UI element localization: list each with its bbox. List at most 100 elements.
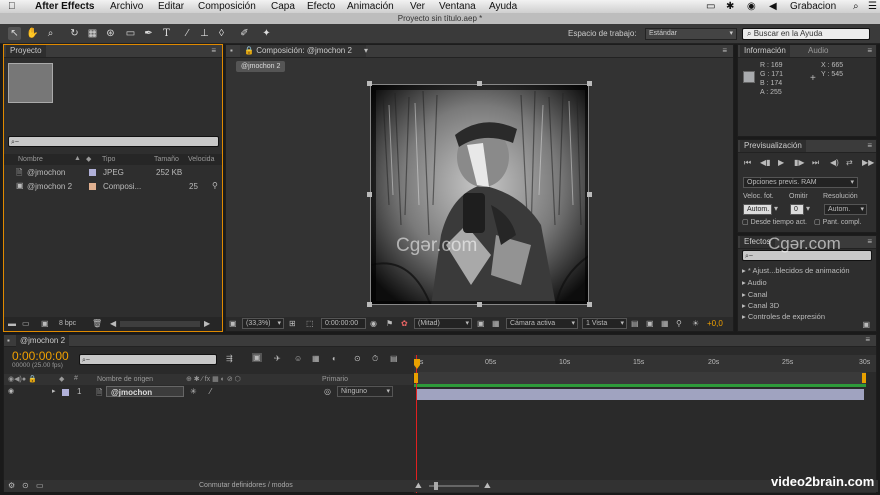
snapshot-icon[interactable]: ◉ [370,319,377,328]
transform-handle[interactable] [367,81,372,86]
exposure-value[interactable]: +0,0 [707,319,723,328]
layer-duration-bar[interactable] [416,389,864,400]
col-size[interactable]: Tamaño [154,156,179,163]
effects-category[interactable]: ▸ Controles de expresión [742,312,825,321]
trash-icon[interactable]: 🗑 [92,319,102,328]
bluetooth-icon[interactable]: ✱ [726,0,734,13]
preview-options-select[interactable]: Opciones previs. RAM ▾ [743,177,858,188]
full-screen-checkbox[interactable]: ▢ Pant. compl. [814,218,861,226]
interpret-footage-icon[interactable]: ▬ [8,319,16,328]
menu-archivo[interactable]: Archivo [110,0,143,13]
hide-shy-layers-icon[interactable]: ☺ [294,354,302,363]
magnification-select[interactable]: (33,3%) ▾ [242,318,284,329]
brainstorm-icon[interactable]: ⊙ [354,354,361,363]
tab-timeline[interactable]: @jmochon 2 [16,335,70,347]
panel-menu-icon[interactable]: ≡ [867,46,872,55]
panel-menu-icon[interactable]: ≡ [867,141,872,150]
next-frame-icon[interactable]: ▮▶ [794,158,805,167]
close-icon[interactable]: ▪ [230,46,233,55]
menu-capa[interactable]: Capa [271,0,295,13]
pan-behind-tool-icon[interactable]: ⊛ [104,27,117,40]
eraser-tool-icon[interactable]: ◊ [215,27,228,40]
list-item[interactable]: 🗎 @jmochon JPEG 252 KB [4,166,222,179]
draft-3d-icon[interactable]: ✈ [274,354,281,363]
horizontal-scrollbar[interactable] [120,321,200,327]
col-parent[interactable]: Primario [322,376,348,383]
selection-tool-icon[interactable]: ↖ [8,27,21,40]
footage-image[interactable] [370,84,589,305]
shy-switch-icon[interactable]: ✳ [190,387,197,396]
from-current-checkbox[interactable]: ▢ Desde tiempo act. [742,218,807,226]
resolution-select[interactable]: (Mitad) ▾ [414,318,472,329]
work-area-bar[interactable] [414,372,866,384]
col-name[interactable]: Nombre [18,156,43,163]
menu-ver[interactable]: Ver [410,0,425,13]
new-composition-icon[interactable]: ▣ [41,319,49,328]
tab-info[interactable]: Información [740,45,790,57]
loop-icon[interactable]: ⇄ [846,158,853,167]
tab-composition[interactable]: 🔒 Composición: @jmochon 2 [240,45,366,57]
always-preview-icon[interactable]: ▣ [229,319,237,328]
mask-visibility-icon[interactable]: ⬚ [306,319,314,328]
graph-editor-icon[interactable]: ▤ [390,354,398,363]
frame-blending-icon[interactable]: ▦ [312,354,320,363]
app-menu[interactable]: After Effects [35,0,94,13]
comp-mini-flowchart-icon[interactable]: ⇶ [226,354,233,363]
menu-ayuda[interactable]: Ayuda [489,0,517,13]
visibility-icon[interactable]: ◉ [8,387,14,395]
help-search-input[interactable]: ⌕ Buscar en la Ayuda [742,28,870,40]
timeline-timecode[interactable]: 0:00:00:00 [12,349,69,363]
play-icon[interactable]: ▶ [778,158,784,167]
transform-handle[interactable] [587,192,592,197]
eye-icon[interactable]: ◉ [747,0,756,13]
layer-name-field[interactable]: @jmochon [106,386,184,397]
label-color-swatch[interactable] [62,389,69,396]
pickwhip-icon[interactable]: ◎ [324,387,331,396]
col-source-name[interactable]: Nombre de origen [97,376,153,383]
effects-category[interactable]: ▸ Canal 3D [742,301,779,310]
transform-handle[interactable] [477,81,482,86]
zoom-in-icon[interactable]: ⛰ [484,481,491,491]
text-tool-icon[interactable]: T [160,27,173,40]
close-icon[interactable]: ▪ [7,336,10,345]
display-icon[interactable]: ▭ [706,0,715,13]
flowchart-icon[interactable]: ⚲ [676,319,682,328]
puppet-tool-icon[interactable]: ✦ [260,27,273,40]
chevron-down-icon[interactable]: ▾ [806,204,810,213]
live-update-icon[interactable]: ▣ [252,353,262,362]
toggle-in-out-icon[interactable]: ▭ [36,481,44,490]
panel-menu-icon[interactable]: ≡ [722,46,727,55]
rotate-tool-icon[interactable]: ↻ [68,27,81,40]
transform-handle[interactable] [587,302,592,307]
chevron-down-icon[interactable]: ▾ [774,204,778,213]
exposure-icon[interactable]: ☀ [692,319,699,328]
auto-keyframe-icon[interactable]: ⏱ [372,354,378,364]
channel-icon[interactable]: ✿ [401,319,408,328]
list-icon[interactable]: ☰ [868,0,877,13]
previous-frame-icon[interactable]: ◀▮ [760,158,771,167]
expand-arrow-icon[interactable]: ▸ [52,387,56,395]
menu-composicion[interactable]: Composición [198,0,256,13]
tab-project[interactable]: Proyecto [6,45,46,57]
work-area-start-handle[interactable] [414,373,418,383]
project-search-input[interactable]: ⌕~ [8,136,219,147]
new-effect-icon[interactable]: ▣ [862,320,870,329]
transform-handle[interactable] [587,81,592,86]
status-text[interactable]: Grabacion [790,0,836,13]
parent-select[interactable]: Ninguno ▾ [337,386,393,397]
chevron-down-icon[interactable]: ▾ [364,46,368,55]
zoom-slider-handle[interactable] [434,482,438,490]
zoom-tool-icon[interactable]: ⌕ [44,27,57,40]
panel-menu-icon[interactable]: ≡ [867,237,872,246]
ram-preview-icon[interactable]: ▶▶ [862,158,874,167]
apple-menu-icon[interactable]:  [8,0,16,13]
grid-icon[interactable]: ⊞ [289,319,296,328]
timeline-search-input[interactable]: ⌕~ [79,354,217,365]
switch-modes-button[interactable]: Conmutar definidores / modos [199,482,293,489]
motion-blur-icon[interactable]: ◐ [332,354,337,363]
roto-tool-icon[interactable]: ✐ [238,27,251,40]
effects-category[interactable]: ▸ * Ajust...blecidos de animación [742,266,850,275]
fps-field[interactable]: Autom. [743,204,772,215]
transparency-grid-icon[interactable]: ▦ [492,319,500,328]
menu-efecto[interactable]: Efecto [307,0,335,13]
